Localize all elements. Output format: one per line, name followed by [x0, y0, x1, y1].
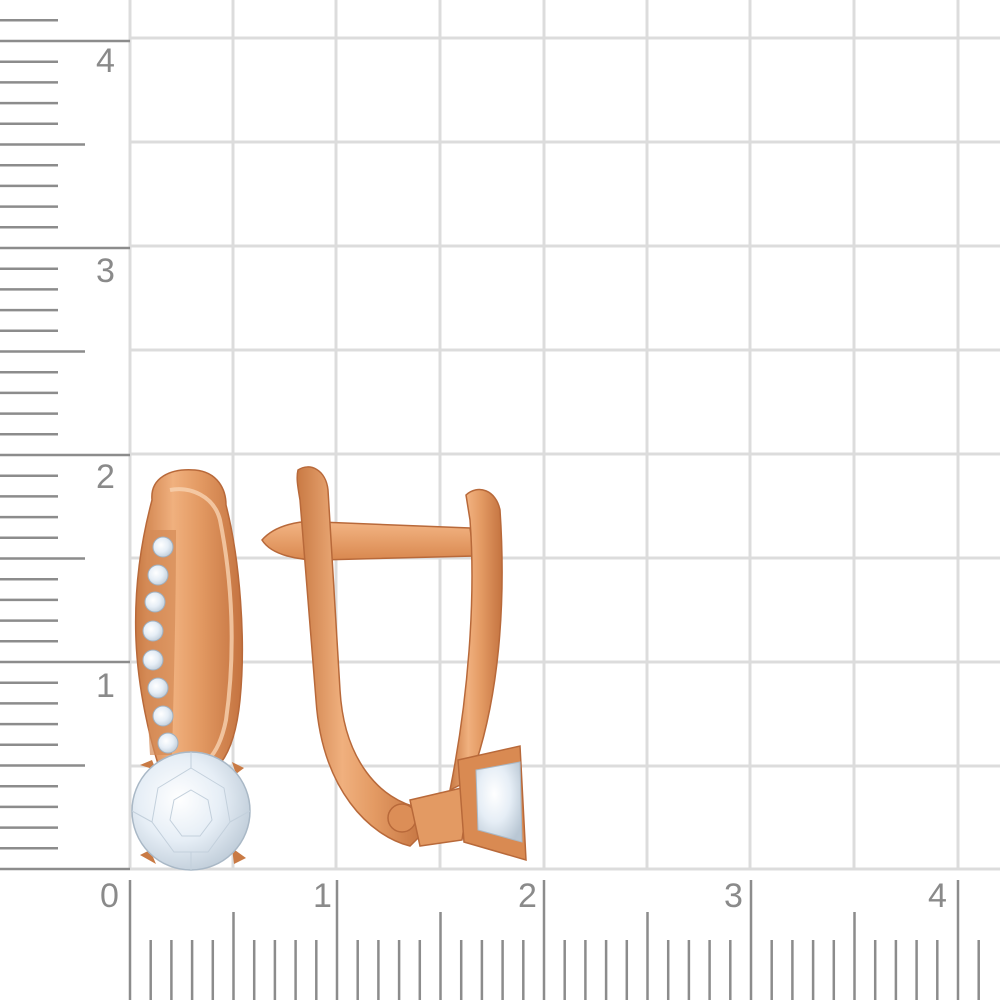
- x-label-2: 2: [518, 877, 537, 915]
- horizontal-ruler-labels: 0 1 2 3 4: [100, 877, 947, 915]
- horizontal-ruler: [128, 880, 980, 1000]
- product-photo: 4 3 2 1 0 1 2 3 4: [0, 0, 1000, 1000]
- y-label-3: 3: [96, 252, 115, 290]
- pave-stone: [157, 732, 179, 754]
- pave-stone: [152, 705, 174, 727]
- pave-stone: [147, 677, 169, 699]
- pave-stone: [142, 649, 164, 671]
- vertical-ruler-labels: 4 3 2 1: [96, 42, 115, 705]
- pave-stone: [142, 620, 164, 642]
- earring-side-latch: [261, 520, 475, 561]
- x-label-0: 0: [100, 877, 119, 915]
- pave-stone: [144, 591, 166, 613]
- pave-stone: [152, 536, 174, 558]
- x-label-4: 4: [928, 877, 947, 915]
- y-label-2: 2: [96, 458, 115, 496]
- y-label-1: 1: [96, 667, 115, 705]
- measurement-grid: [128, 0, 1000, 871]
- x-label-3: 3: [724, 877, 743, 915]
- earring-side-stone: [475, 761, 523, 843]
- y-label-4: 4: [96, 42, 115, 80]
- pave-stone: [147, 564, 169, 586]
- x-label-1: 1: [313, 877, 332, 915]
- vertical-ruler: [0, 19, 130, 871]
